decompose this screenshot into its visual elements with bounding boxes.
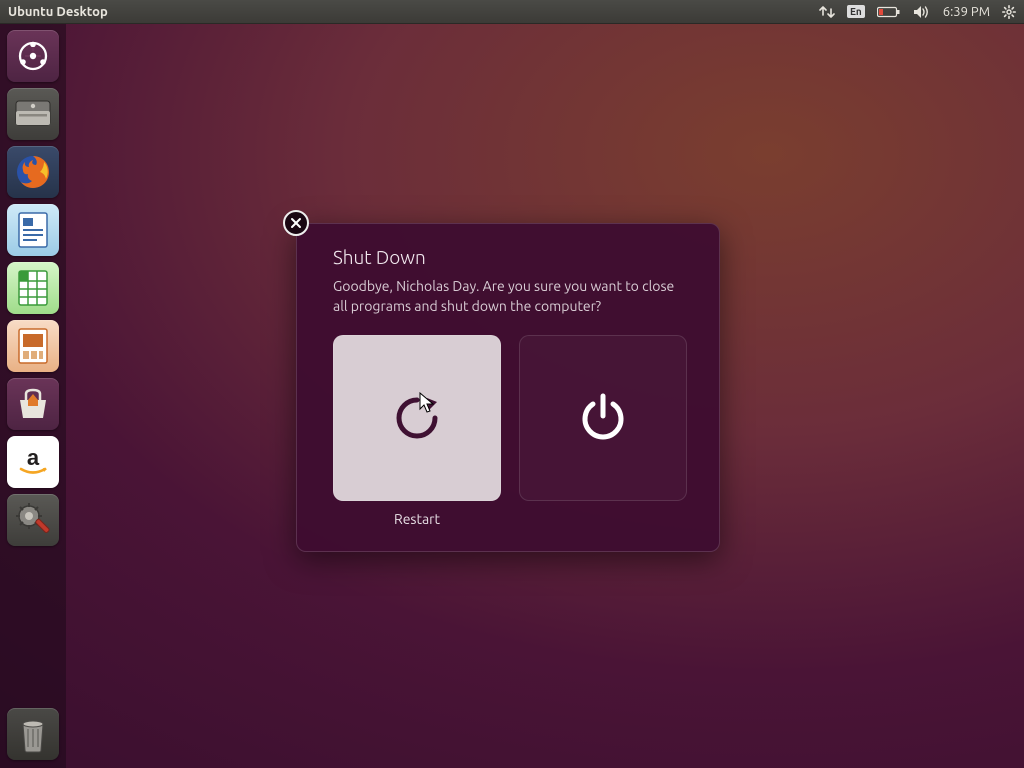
restart-icon	[389, 390, 445, 446]
shutdown-button[interactable]	[519, 335, 687, 501]
launcher-dash[interactable]	[7, 30, 59, 82]
close-icon	[290, 217, 302, 229]
restart-button[interactable]	[333, 335, 501, 501]
dialog-close-button[interactable]	[283, 210, 309, 236]
launcher-amazon[interactable]: a	[7, 436, 59, 488]
launcher-trash[interactable]	[7, 708, 59, 760]
menubar-indicators: En 6:39 PM	[819, 5, 1016, 19]
launcher-firefox[interactable]	[7, 146, 59, 198]
network-icon[interactable]	[819, 5, 835, 19]
svg-text:a: a	[27, 445, 40, 470]
dialog-body: Goodbye, Nicholas Day. Are you sure you …	[333, 276, 683, 317]
power-icon	[575, 390, 631, 446]
launcher-settings[interactable]	[7, 494, 59, 546]
launcher-files[interactable]	[7, 88, 59, 140]
unity-launcher: a	[0, 24, 66, 768]
shutdown-dialog: Shut Down Goodbye, Nicholas Day. Are you…	[296, 223, 720, 552]
launcher-writer[interactable]	[7, 204, 59, 256]
restart-label: Restart	[394, 511, 440, 527]
menubar-title[interactable]: Ubuntu Desktop	[8, 5, 108, 19]
gear-icon[interactable]	[1002, 5, 1016, 19]
keyboard-layout-indicator[interactable]: En	[847, 5, 865, 18]
menubar-clock[interactable]: 6:39 PM	[943, 5, 990, 19]
sound-icon[interactable]	[913, 5, 931, 19]
battery-icon[interactable]	[877, 6, 901, 18]
launcher-impress[interactable]	[7, 320, 59, 372]
launcher-software[interactable]	[7, 378, 59, 430]
launcher-calc[interactable]	[7, 262, 59, 314]
dialog-title: Shut Down	[333, 246, 683, 268]
top-menubar: Ubuntu Desktop En 6:39 PM	[0, 0, 1024, 24]
